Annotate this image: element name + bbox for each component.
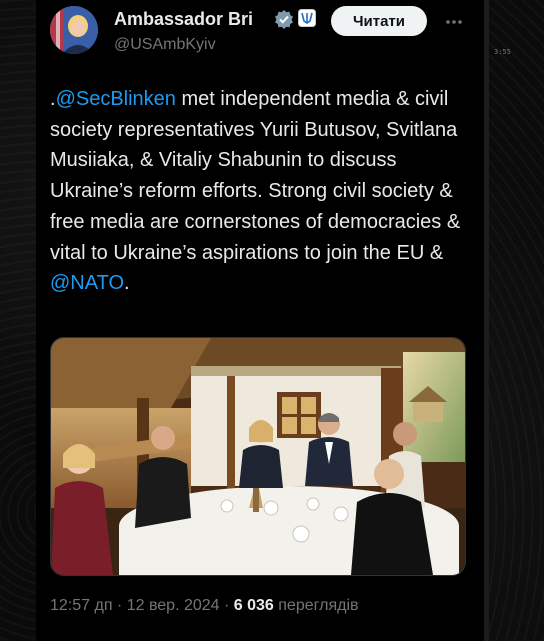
tweet-time[interactable]: 12:57 дп — [50, 597, 112, 614]
meta-separator: · — [112, 597, 127, 614]
tweet-text: . @SecBlinken met independent media & civ… — [50, 84, 470, 299]
tweet-suffix: . — [124, 272, 130, 295]
more-options-icon[interactable] — [444, 12, 464, 32]
side-status-label: 3:55 — [494, 48, 511, 56]
avatar[interactable] — [50, 6, 98, 54]
meta-separator: · — [219, 597, 234, 614]
author-handle[interactable]: @USAmbKyiv — [114, 36, 216, 54]
ukraine-emblem-icon — [298, 9, 316, 27]
tweet-card[interactable]: Ambassador Bri @USAmbKyiv Читати . @SecBl… — [36, 0, 484, 641]
author-name[interactable]: Ambassador Bri — [114, 9, 253, 30]
tweet-meta: 12:57 дп · 12 вер. 2024 · 6 036 перегляд… — [50, 597, 359, 615]
follow-button[interactable]: Читати — [331, 6, 427, 36]
tweet-photo[interactable] — [50, 337, 466, 576]
mention-secblinken-link[interactable]: @SecBlinken — [56, 88, 176, 110]
verified-badge-icon — [275, 10, 293, 29]
tweet-date[interactable]: 12 вер. 2024 — [127, 597, 220, 614]
mention-nato-link[interactable]: @NATO — [50, 272, 124, 294]
tweet-body: met independent media & civil society re… — [50, 88, 461, 264]
views-count: 6 036 — [233, 597, 274, 614]
views-label: переглядів — [273, 597, 359, 614]
